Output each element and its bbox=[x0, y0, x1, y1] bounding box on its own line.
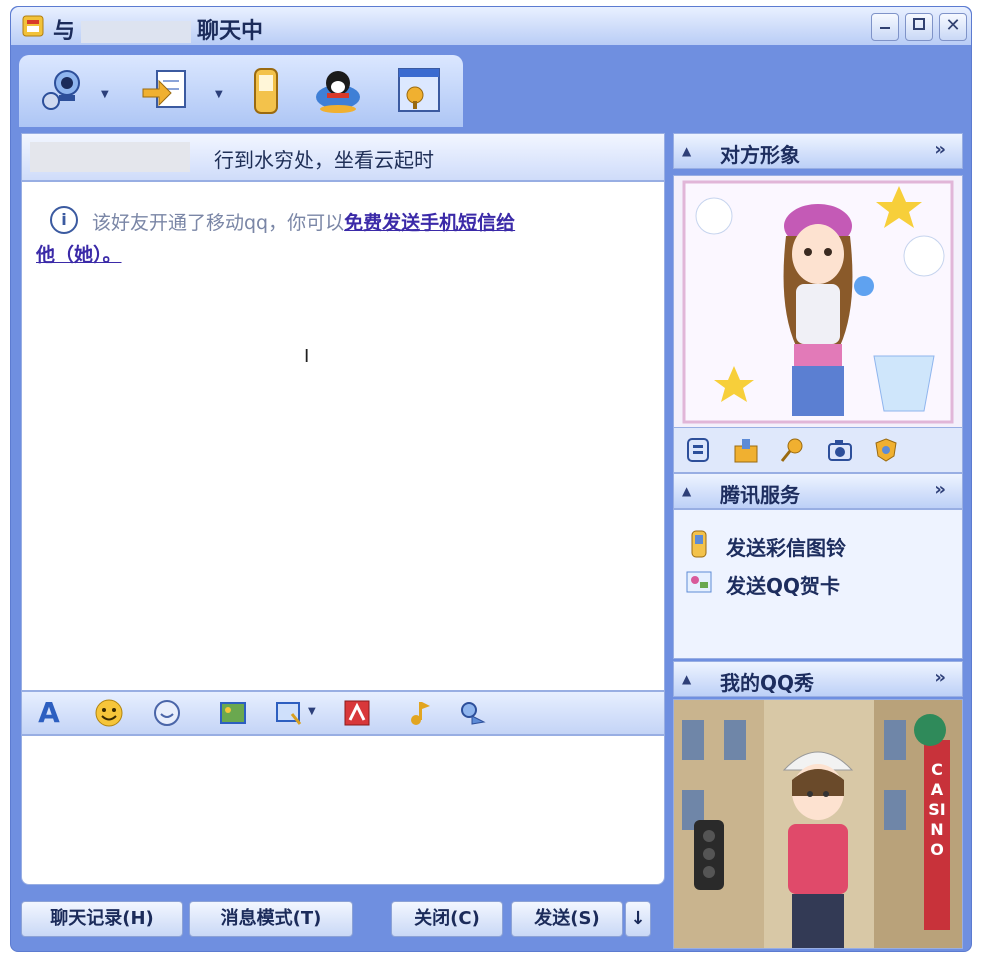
title-bar[interactable]: 与 聊天中 ✕ bbox=[11, 7, 971, 45]
info-card-icon[interactable] bbox=[391, 65, 449, 117]
collapse-icon[interactable]: ▲ bbox=[682, 672, 691, 686]
my-qq-show-image: CASINO bbox=[673, 699, 963, 949]
expand-more-icon[interactable]: » bbox=[934, 667, 946, 688]
magic-emoticon-icon[interactable] bbox=[152, 698, 182, 728]
service-send-card[interactable]: 发送QQ贺卡 bbox=[686, 568, 926, 598]
contact-qq-show-image bbox=[673, 175, 963, 429]
message-mode-button[interactable]: 消息模式(T) bbox=[189, 901, 353, 937]
video-call-icon[interactable] bbox=[37, 65, 95, 117]
close-chat-button[interactable]: 关闭(C) bbox=[391, 901, 503, 937]
qq-show-scene bbox=[674, 700, 962, 948]
qq-penguin-icon[interactable] bbox=[309, 65, 367, 117]
title-prefix: 与 bbox=[53, 19, 76, 44]
expand-more-icon[interactable]: » bbox=[934, 479, 946, 500]
maximize-button[interactable] bbox=[905, 13, 933, 41]
send-button[interactable]: 发送(S) bbox=[511, 901, 623, 937]
mobile-qq-notice: 该好友开通了移动qq，你可以免费发送手机短信给 bbox=[92, 208, 515, 235]
contact-name-redacted bbox=[81, 21, 192, 43]
screenshot-icon[interactable] bbox=[274, 698, 304, 728]
screenshot-dropdown-icon[interactable]: ▼ bbox=[308, 706, 316, 717]
notice-text: 该好友开通了移动qq，你可以 bbox=[92, 212, 345, 234]
text-cursor: I bbox=[304, 346, 310, 367]
handwriting-icon[interactable] bbox=[458, 698, 488, 728]
format-toolbar: A ▼ bbox=[21, 691, 665, 735]
panel-title-my-qq-show: 我的QQ秀 bbox=[720, 671, 815, 695]
camera-icon[interactable] bbox=[826, 436, 854, 464]
free-sms-link[interactable]: 免费发送手机短信给 bbox=[344, 212, 515, 234]
pin-icon[interactable] bbox=[778, 436, 806, 464]
avatar-tools-bar bbox=[673, 427, 963, 473]
contact-avatar-panel-header[interactable]: ▲ 对方形象 » bbox=[673, 133, 963, 169]
tencent-services-list: 发送彩信图铃 发送QQ贺卡 bbox=[673, 509, 963, 659]
file-dropdown-icon[interactable]: ▼ bbox=[215, 89, 225, 100]
casino-sign: CASINO bbox=[928, 760, 946, 859]
collapse-icon[interactable]: ▲ bbox=[682, 484, 691, 498]
send-options-button[interactable]: ↓ bbox=[625, 901, 651, 937]
dress-up-icon[interactable] bbox=[684, 436, 712, 464]
file-transfer-icon[interactable] bbox=[139, 65, 197, 117]
my-qq-show-panel-header[interactable]: ▲ 我的QQ秀 » bbox=[673, 661, 963, 697]
maximize-icon bbox=[913, 18, 925, 30]
title-suffix: 聊天中 bbox=[197, 19, 264, 44]
close-icon: ✕ bbox=[945, 15, 961, 36]
service-label: 发送彩信图铃 bbox=[726, 536, 846, 560]
contact-signature-bar: 行到水穷处，坐看云起时 bbox=[21, 133, 665, 181]
shield-icon[interactable] bbox=[872, 436, 900, 464]
contact-signature: 行到水穷处，坐看云起时 bbox=[214, 148, 434, 172]
emoji-icon[interactable] bbox=[94, 698, 124, 728]
collapse-icon[interactable]: ▲ bbox=[682, 144, 691, 158]
service-send-mms[interactable]: 发送彩信图铃 bbox=[686, 530, 926, 560]
video-dropdown-icon[interactable]: ▼ bbox=[101, 89, 111, 100]
shop-icon[interactable] bbox=[732, 436, 760, 464]
main-toolbar: ▼ ▼ bbox=[19, 55, 463, 127]
tencent-services-panel-header[interactable]: ▲ 腾讯服务 » bbox=[673, 473, 963, 509]
music-icon[interactable] bbox=[406, 698, 436, 728]
minimize-icon bbox=[880, 27, 890, 29]
greeting-card-icon bbox=[686, 571, 712, 593]
font-icon[interactable]: A bbox=[34, 698, 64, 728]
chat-history[interactable]: i 该好友开通了移动qq，你可以免费发送手机短信给 他（她）。 I bbox=[21, 181, 665, 691]
close-button[interactable]: ✕ bbox=[939, 13, 967, 41]
contact-avatar-redacted[interactable] bbox=[30, 142, 190, 172]
free-sms-link-continued[interactable]: 他（她）。 bbox=[36, 240, 122, 267]
phone-mms-icon bbox=[691, 530, 707, 558]
expand-more-icon[interactable]: » bbox=[934, 139, 946, 160]
message-input[interactable] bbox=[21, 735, 665, 885]
window-title: 与 聊天中 bbox=[53, 13, 263, 45]
minimize-button[interactable] bbox=[871, 13, 899, 41]
service-label: 发送QQ贺卡 bbox=[726, 574, 841, 598]
panel-title-tencent-services: 腾讯服务 bbox=[720, 483, 800, 507]
panel-title-contact-avatar: 对方形象 bbox=[720, 143, 800, 167]
chat-history-button[interactable]: 聊天记录(H) bbox=[21, 901, 183, 937]
mobile-phone-icon[interactable] bbox=[237, 65, 295, 117]
chat-window: 与 聊天中 ✕ ▼ ▼ 行到水穷处，坐看云起时 i 该好友开通了移动qq，你可以免… bbox=[10, 6, 972, 952]
image-icon[interactable] bbox=[218, 698, 248, 728]
info-icon: i bbox=[50, 206, 78, 234]
qq-app-icon bbox=[22, 15, 44, 37]
scene-icon[interactable] bbox=[342, 698, 372, 728]
